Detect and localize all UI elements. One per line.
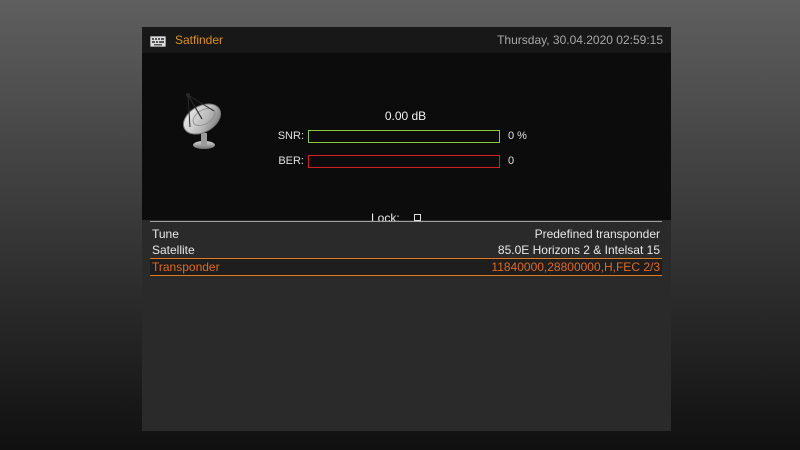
setting-label: Tune bbox=[152, 227, 179, 241]
snr-label: SNR: bbox=[277, 130, 304, 142]
setting-row-satellite[interactable]: Satellite 85.0E Horizons 2 & Intelsat 15 bbox=[150, 242, 662, 258]
satfinder-window: Satfinder Thursday, 30.04.2020 02:59:15 bbox=[142, 27, 671, 431]
signal-panel: 0.00 dB SNR: 0 % BER: 0 Lock: bbox=[142, 53, 671, 225]
snr-meter bbox=[308, 130, 500, 143]
snr-value: 0 % bbox=[508, 130, 527, 142]
setting-value: Predefined transponder bbox=[534, 227, 660, 241]
satellite-dish-icon bbox=[178, 89, 230, 151]
ber-value: 0 bbox=[508, 155, 515, 167]
signal-db-value: 0.00 dB bbox=[384, 109, 427, 123]
keyboard-icon bbox=[150, 34, 166, 47]
ber-label: BER: bbox=[278, 155, 304, 167]
lock-checkbox bbox=[414, 214, 421, 221]
date-time: Thursday, 30.04.2020 02:59:15 bbox=[497, 33, 663, 47]
title-bar: Satfinder Thursday, 30.04.2020 02:59:15 bbox=[142, 27, 671, 53]
setting-value: 85.0E Horizons 2 & Intelsat 15 bbox=[497, 243, 660, 257]
window-title: Satfinder bbox=[175, 33, 224, 47]
ber-meter bbox=[308, 155, 500, 168]
setting-row-transponder[interactable]: Transponder 11840000,28800000,H,FEC 2/3 bbox=[150, 258, 662, 276]
setting-row-tune[interactable]: Tune Predefined transponder bbox=[150, 226, 662, 242]
setting-label: Transponder bbox=[152, 260, 220, 274]
setting-label: Satellite bbox=[152, 243, 195, 257]
lock-label: Lock: bbox=[371, 211, 400, 225]
setting-value: 11840000,28800000,H,FEC 2/3 bbox=[491, 260, 660, 274]
divider bbox=[150, 221, 662, 222]
